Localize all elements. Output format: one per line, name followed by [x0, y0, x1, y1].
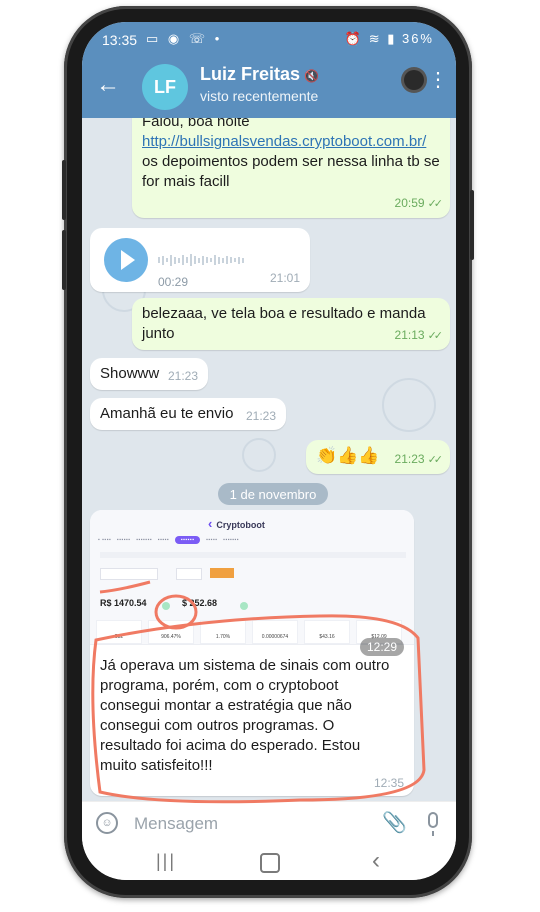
background-doodle: [242, 438, 276, 472]
volume-button: [62, 230, 66, 290]
message-text: Amanhã eu te envio: [100, 405, 234, 422]
message-text: os depoimentos podem ser nessa linha tb …: [142, 153, 440, 190]
home-icon[interactable]: [260, 853, 280, 873]
message-outgoing[interactable]: Falou, boa noite http://bullsignalsvenda…: [132, 118, 450, 218]
screenshot-kpi: 1.70%: [200, 620, 246, 644]
message-incoming[interactable]: Amanhã eu te envio 21:23: [90, 398, 286, 430]
notification-icons: ▭ ◉ ☏ •: [146, 31, 223, 46]
battery-level: 36%: [401, 31, 434, 46]
double-check-icon: ✓✓: [427, 198, 444, 210]
recent-apps-icon[interactable]: |||: [156, 851, 176, 872]
status-time: 13:35: [102, 32, 138, 48]
screenshot-value: R$ 1470.54: [100, 598, 147, 608]
screenshot-value: $ 252.68: [182, 598, 218, 608]
message-time: 21:23: [167, 369, 198, 383]
screenshot-field: [100, 568, 158, 580]
screenshot-button: [210, 568, 234, 578]
screenshot-dot: [240, 602, 248, 610]
screenshot-field: [176, 568, 202, 580]
attached-screenshot[interactable]: Cryptoboot ▪ ▪▪▪▪ ▪▪▪▪▪▪ ▪▪▪▪▪▪▪ ▪▪▪▪▪ ▪…: [90, 510, 414, 645]
system-icons: ⏰ ≋ ▮ 36%: [345, 31, 434, 47]
avatar-initials: LF: [154, 76, 176, 97]
double-check-icon: ✓✓: [427, 454, 444, 466]
back-icon[interactable]: ‹: [372, 847, 380, 875]
photo-time: 12:29: [360, 638, 405, 656]
contact-status: visto recentemente: [200, 88, 319, 104]
date-divider: 1 de novembro: [218, 483, 328, 505]
photo-caption: Já operava um sistema de sinais com outr…: [100, 657, 390, 774]
phone-screen: 13:35 ▭ ◉ ☏ • ⏰ ≋ ▮ 36% ← LF Luiz Freita…: [82, 22, 456, 880]
message-text: Falou, boa noite: [142, 118, 250, 130]
message-time: 21:23: [245, 409, 276, 423]
message-composer: ☺ 📎: [82, 801, 456, 846]
message-meta: 21:23 ✓✓: [394, 449, 444, 470]
microphone-icon[interactable]: [428, 812, 438, 836]
screenshot-nav: ▪ ▪▪▪▪ ▪▪▪▪▪▪ ▪▪▪▪▪▪▪ ▪▪▪▪▪ ▪▪▪▪▪▪ ▪▪▪▪▪…: [98, 536, 240, 544]
message-text: Showww: [100, 365, 160, 382]
volume-button: [62, 160, 66, 220]
background-doodle: [382, 378, 436, 432]
message-time: 21:13: [394, 328, 425, 342]
screenshot-kpi: 532: [96, 620, 142, 644]
message-emoji: 👏👍👍: [316, 446, 380, 465]
play-icon[interactable]: [104, 238, 148, 282]
screenshot-bar: [100, 552, 406, 558]
message-input[interactable]: [132, 810, 366, 838]
voice-duration: 00:29: [158, 275, 189, 289]
front-camera: [404, 70, 424, 90]
status-bar: 13:35 ▭ ◉ ☏ • ⏰ ≋ ▮ 36%: [82, 22, 456, 56]
message-time: 21:23: [394, 452, 425, 466]
message-outgoing[interactable]: belezaaa, ve tela boa e resultado e mand…: [132, 298, 450, 350]
screenshot-kpi: $43.16: [304, 620, 350, 644]
screenshot-kpi: 906.47%: [148, 620, 194, 644]
message-meta: 21:13 ✓✓: [394, 325, 444, 346]
screenshot-brand: Cryptoboot: [208, 516, 265, 531]
chat-area[interactable]: Falou, boa noite http://bullsignalsvenda…: [82, 118, 456, 801]
chat-header: ← LF Luiz Freitas 🔇 visto recentemente ⋮: [82, 56, 456, 118]
back-arrow-icon[interactable]: ←: [96, 72, 120, 98]
photo-message[interactable]: Cryptoboot ▪ ▪▪▪▪ ▪▪▪▪▪▪ ▪▪▪▪▪▪▪ ▪▪▪▪▪ ▪…: [90, 510, 414, 796]
alarm-wifi-signal-icons: ⏰ ≋ ▮: [344, 31, 402, 46]
more-options-icon[interactable]: ⋮: [428, 70, 448, 90]
screenshot-dot: [162, 602, 170, 610]
message-link[interactable]: http://bullsignalsvendas.cryptoboot.com.…: [142, 132, 442, 152]
power-button: [470, 190, 474, 260]
avatar[interactable]: LF: [142, 64, 188, 110]
screenshot-kpi: 0.00000674: [252, 620, 298, 644]
message-time: 20:59: [394, 196, 425, 210]
emoji-icon[interactable]: ☺: [96, 812, 118, 834]
contact-name[interactable]: Luiz Freitas 🔇: [200, 64, 319, 85]
attach-icon[interactable]: 📎: [382, 810, 407, 835]
voice-message[interactable]: 00:29 21:01: [90, 228, 310, 292]
message-time: 12:35: [373, 776, 404, 790]
message-outgoing[interactable]: 👏👍👍 21:23 ✓✓: [306, 440, 450, 474]
message-meta: 20:59 ✓✓: [394, 193, 444, 214]
double-check-icon: ✓✓: [427, 330, 444, 342]
message-time: 21:01: [269, 271, 300, 285]
mute-icon: 🔇: [304, 69, 319, 83]
contact-name-text: Luiz Freitas: [200, 64, 301, 84]
system-navbar: ||| ‹: [82, 845, 456, 880]
message-incoming[interactable]: Showww 21:23: [90, 358, 208, 390]
waveform: [158, 250, 288, 267]
